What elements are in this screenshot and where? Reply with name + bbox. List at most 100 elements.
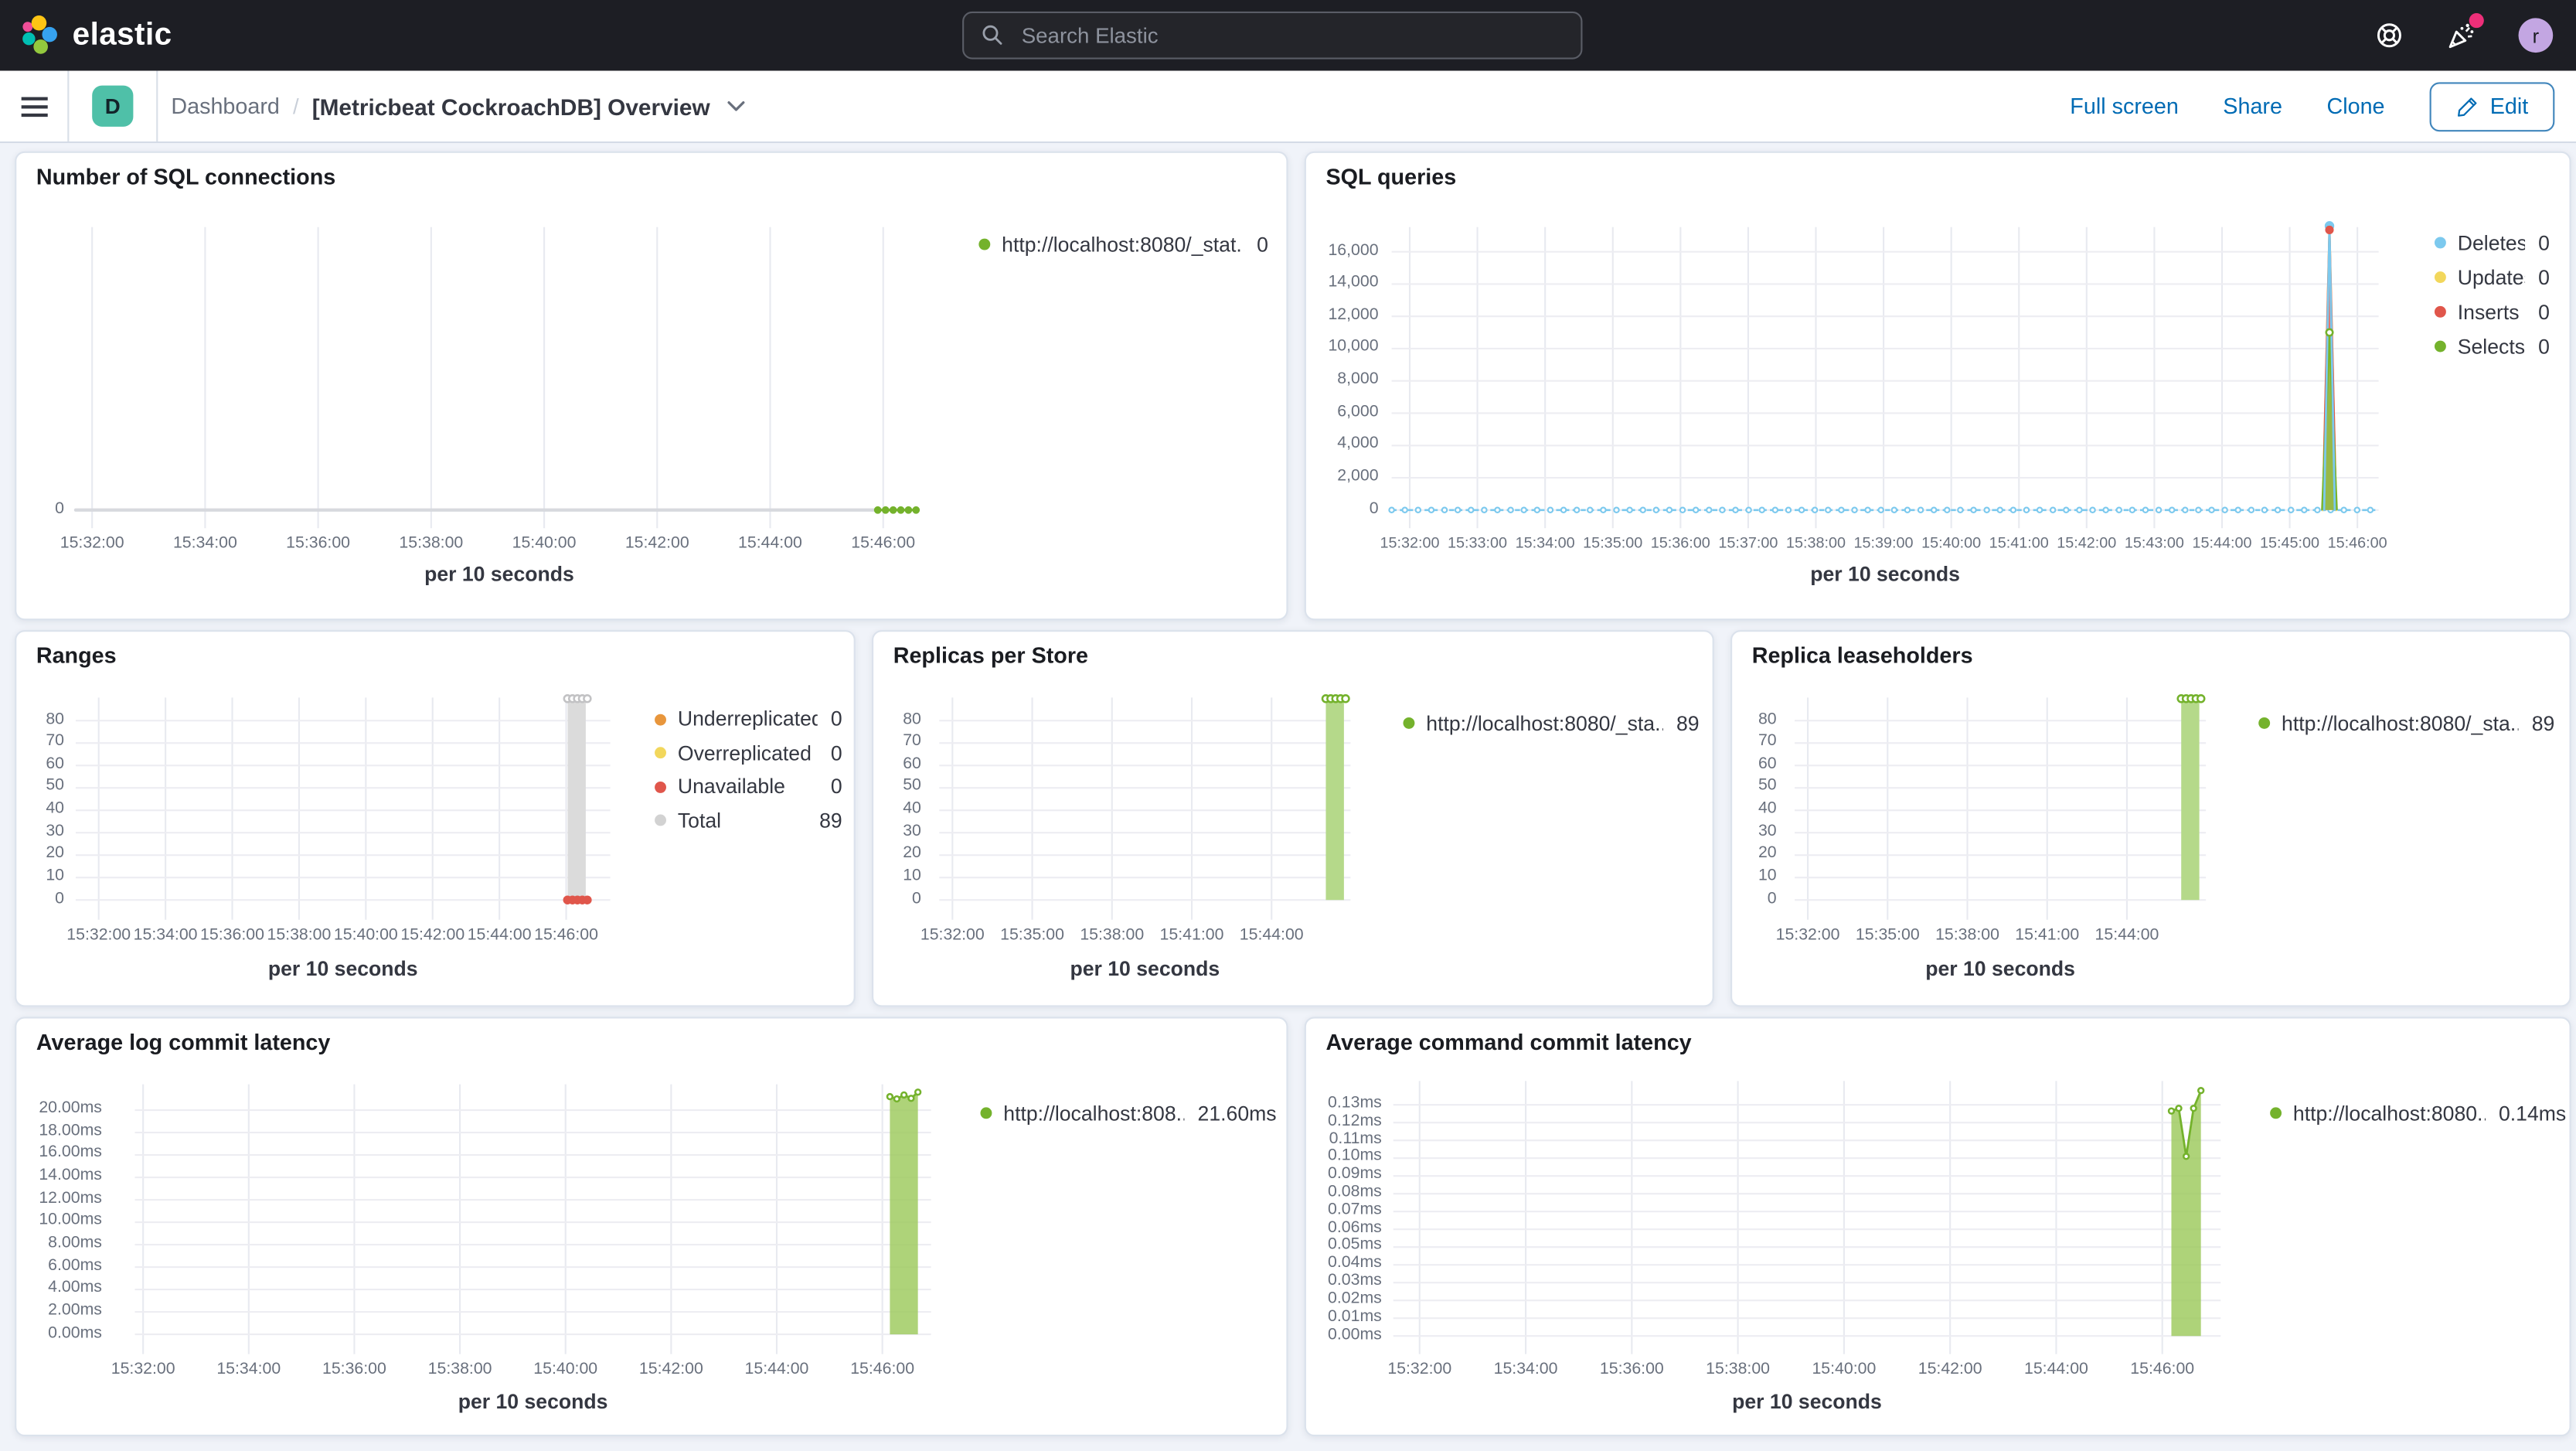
chart-area — [134, 1084, 931, 1354]
legend-label: http://localhost:8080/_stat... — [1002, 233, 1244, 256]
series-marker — [881, 506, 890, 514]
legend-label: Deletes — [2457, 231, 2526, 254]
chart-legend: http://localhost:8080/_sta... 89 — [1403, 706, 1700, 741]
x-axis-label: per 10 seconds — [1810, 562, 1960, 586]
legend-color-dot — [2434, 340, 2446, 353]
legend-value: 0 — [2538, 265, 2550, 289]
notification-dot — [2469, 12, 2484, 28]
series-area — [2171, 1090, 2201, 1337]
share-button[interactable]: Share — [2223, 94, 2282, 118]
legend-color-dot — [655, 747, 666, 759]
series-marker — [914, 1088, 922, 1096]
legend-row[interactable]: Underreplicated 0 — [655, 703, 842, 737]
x-axis-label: per 10 seconds — [1732, 1390, 1882, 1414]
full-screen-button[interactable]: Full screen — [2070, 94, 2179, 118]
x-axis-label: per 10 seconds — [458, 1390, 608, 1414]
legend-row[interactable]: Updates 0 — [2434, 260, 2550, 295]
panel-replicas: Replicas per Store 15:32:00 15:35:00 15:38:… — [872, 630, 1714, 1007]
user-avatar[interactable]: r — [2518, 18, 2554, 53]
menu-button[interactable] — [21, 96, 48, 117]
legend-label: Selects — [2457, 335, 2526, 358]
space-avatar[interactable]: D — [92, 85, 134, 127]
legend-row[interactable]: http://localhost:808... 21.60ms — [980, 1095, 1277, 1130]
divider — [67, 70, 70, 142]
chart-line — [1388, 221, 2379, 529]
legend-label: http://localhost:8080/_sta... — [1426, 711, 1663, 735]
legend-row[interactable]: Deletes 0 — [2434, 226, 2550, 261]
series-marker — [2190, 1105, 2197, 1112]
elastic-logo-icon — [22, 15, 57, 54]
x-axis-label: per 10 seconds — [1070, 957, 1220, 981]
legend-row[interactable]: http://localhost:8080... 0.14ms — [2270, 1095, 2566, 1130]
series-marker — [893, 1095, 901, 1103]
chart-legend: http://localhost:8080/_sta... 89 — [2258, 706, 2554, 741]
series-bar — [1325, 700, 1344, 901]
breadcrumb-dashboard[interactable]: Dashboard — [171, 94, 280, 118]
legend-row[interactable]: Overreplicated 0 — [655, 736, 842, 770]
chart-legend: Underreplicated 0 Overreplicated 0 Unavailab… — [655, 703, 842, 838]
legend-value: 0 — [1257, 233, 1268, 256]
legend-label: http://localhost:8080... — [2292, 1101, 2486, 1125]
legend-value: 0 — [2538, 335, 2550, 358]
chart-legend: Deletes 0 Updates 0 Inserts 0 Selects 0 — [2434, 226, 2550, 364]
legend-row[interactable]: http://localhost:8080/_sta... 89 — [2258, 706, 2554, 741]
legend-color-dot — [655, 815, 666, 826]
series-area — [890, 1092, 918, 1335]
x-axis-label: per 10 seconds — [267, 957, 418, 981]
legend-value: 89 — [2531, 711, 2555, 735]
global-header: elastic Search Elastic r — [0, 0, 2576, 71]
legend-color-dot — [2434, 271, 2446, 284]
breadcrumb-separator: / — [292, 94, 299, 119]
clone-button[interactable]: Clone — [2326, 94, 2384, 118]
series-marker — [2182, 1153, 2190, 1160]
legend-label: http://localhost:808... — [1003, 1101, 1185, 1125]
legend-value: 0 — [2538, 300, 2550, 324]
panel-leaseholders: Replica leaseholders 15:32:00 15:35:00 15:3… — [1730, 630, 2571, 1007]
legend-color-dot — [655, 714, 666, 726]
legend-label: http://localhost:8080/_sta... — [2282, 711, 2519, 735]
legend-value: 21.60ms — [1197, 1101, 1277, 1125]
divider — [156, 70, 158, 142]
chart-bar — [939, 694, 1351, 920]
legend-row[interactable]: http://localhost:8080/_sta... 89 — [1403, 706, 1700, 741]
chart-area — [1393, 1081, 2221, 1354]
legend-color-dot — [655, 781, 666, 793]
legend-row[interactable]: Selects 0 — [2434, 329, 2550, 364]
edit-button[interactable]: Edit — [2429, 81, 2555, 131]
search-input[interactable] — [1018, 21, 1565, 49]
legend-label: Overreplicated — [677, 741, 812, 765]
legend-label: Unavailable — [677, 775, 785, 799]
chevron-down-icon[interactable] — [727, 100, 744, 112]
breadcrumb: Dashboard / [Metricbeat CockroachDB] Ove… — [171, 93, 744, 119]
legend-row[interactable]: Unavailable 0 — [655, 770, 842, 804]
panel-cmd-latency: Average command commit latency 15:32:00 15… — [1304, 1017, 2571, 1437]
legend-row[interactable]: http://localhost:8080/_stat... 0 — [978, 227, 1268, 262]
legend-label: Inserts — [2457, 300, 2520, 324]
header-actions: r — [2375, 0, 2576, 71]
legend-row[interactable]: Total 89 — [655, 804, 842, 838]
legend-color-dot — [1403, 717, 1415, 729]
chart-legend: http://localhost:8080/_stat... 0 — [978, 227, 1268, 262]
series-marker — [2167, 1107, 2176, 1115]
legend-color-dot — [2434, 305, 2446, 318]
edit-button-label: Edit — [2489, 94, 2529, 119]
legend-color-dot — [2258, 717, 2271, 729]
legend-color-dot — [2270, 1107, 2282, 1119]
series-marker — [1341, 694, 1350, 703]
legend-row[interactable]: Inserts 0 — [2434, 295, 2550, 329]
series-marker — [583, 895, 592, 904]
legend-color-dot — [2434, 237, 2446, 249]
series-marker — [2325, 328, 2334, 337]
elastic-logo[interactable]: elastic — [18, 0, 172, 71]
series-marker — [2197, 1087, 2205, 1095]
legend-label: Underreplicated — [677, 707, 818, 731]
life-ring-icon — [2377, 23, 2401, 48]
legend-color-dot — [980, 1107, 992, 1119]
help-button[interactable] — [2375, 22, 2403, 49]
page-title[interactable]: [Metricbeat CockroachDB] Overview — [312, 93, 710, 119]
legend-value: 0 — [2538, 231, 2550, 254]
panel-log-latency: Average log commit latency 15:32:00 15:34:… — [15, 1017, 1288, 1437]
global-search[interactable] — [962, 11, 1583, 60]
news-button[interactable] — [2446, 12, 2484, 50]
hamburger-icon — [21, 96, 48, 100]
